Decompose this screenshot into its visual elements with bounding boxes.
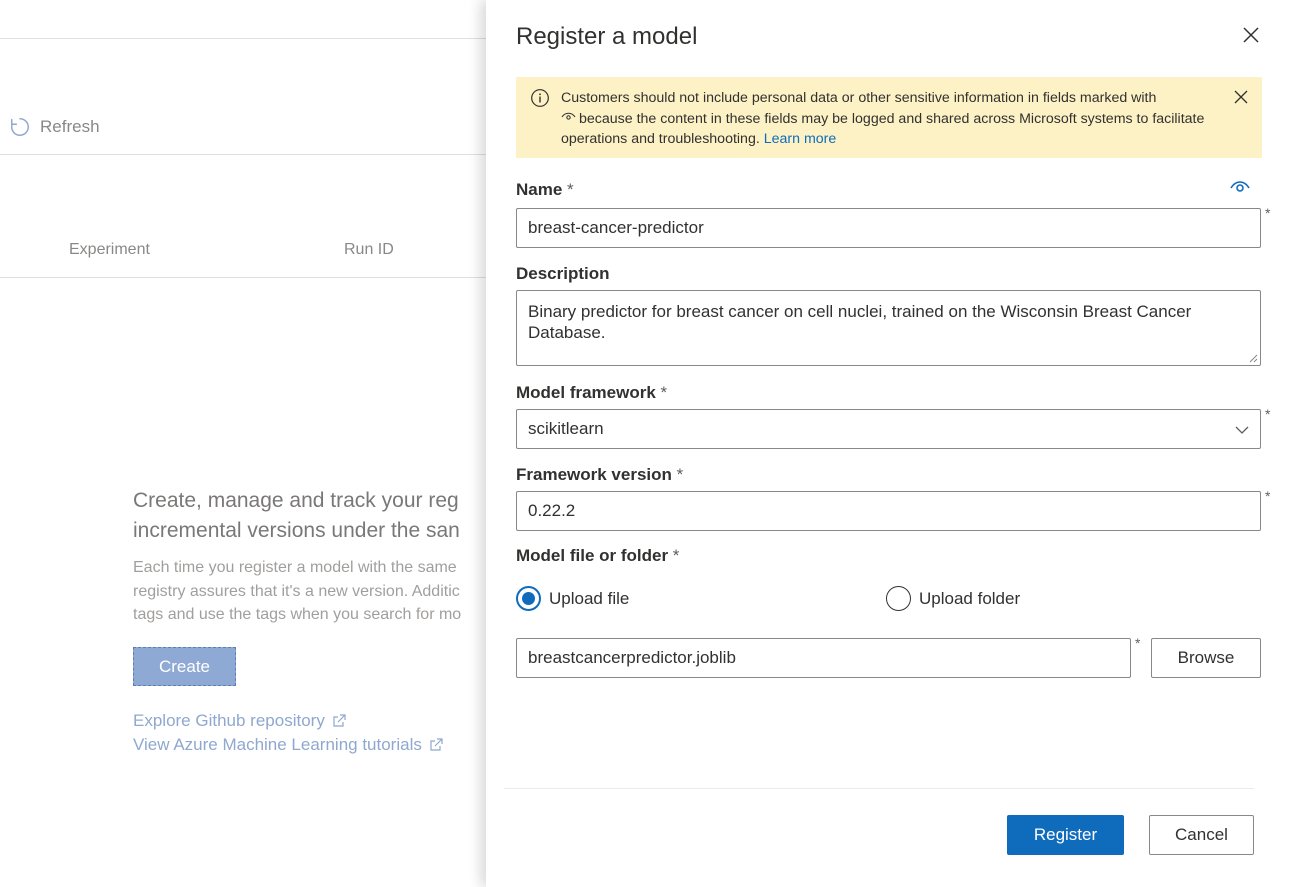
upload-folder-label: Upload folder (919, 588, 1021, 608)
info-icon (531, 89, 549, 107)
name-input[interactable]: breast-cancer-predictor (516, 208, 1261, 248)
description-textarea[interactable]: Binary predictor for breast cancer on ce… (516, 290, 1261, 366)
close-icon (1243, 27, 1259, 43)
learn-more-link[interactable]: Learn more (764, 131, 837, 147)
divider (0, 277, 486, 278)
description-value: Binary predictor for breast cancer on ce… (528, 302, 1192, 342)
external-link-icon (430, 738, 443, 751)
required-mark: * (672, 546, 680, 565)
body-line: Each time you register a model with the … (133, 559, 457, 576)
upload-file-radio[interactable]: Upload file (516, 586, 629, 611)
name-input-value: breast-cancer-predictor (528, 218, 704, 237)
required-mark: * (1135, 635, 1141, 651)
heading-line: incremental versions under the san (133, 519, 460, 542)
eye-icon (561, 112, 576, 120)
warning-banner: Customers should not include personal da… (516, 77, 1262, 158)
framework-select[interactable]: scikitlearn (516, 409, 1261, 449)
github-link[interactable]: Explore Github repository (133, 711, 347, 731)
register-model-panel: Register a model Customers should not in… (486, 0, 1291, 887)
file-path-input[interactable]: breastcancerpredictor.joblib (516, 638, 1131, 678)
upload-file-label: Upload file (549, 588, 630, 608)
radio-dot (522, 592, 535, 605)
close-button[interactable] (1240, 24, 1262, 46)
empty-state-heading: Create, manage and track your reg increm… (133, 486, 486, 546)
required-mark: * (1265, 205, 1271, 221)
framework-select-value: scikitlearn (528, 419, 604, 438)
version-input-value: 0.22.2 (528, 501, 576, 520)
warning-text-part: because the content in these fields may … (561, 110, 1205, 148)
name-label-text: Name (516, 180, 563, 199)
warning-text-part: Customers should not include personal da… (561, 90, 1157, 106)
eye-icon[interactable] (1230, 180, 1250, 194)
tutorials-link[interactable]: View Azure Machine Learning tutorials (133, 735, 444, 755)
framework-label: Model framework * (516, 383, 667, 403)
column-header-run-id[interactable]: Run ID (344, 241, 394, 259)
radio-unselected[interactable] (886, 586, 911, 611)
refresh-label: Refresh (40, 117, 100, 136)
register-button[interactable]: Register (1007, 815, 1124, 855)
browse-button[interactable]: Browse (1151, 638, 1261, 678)
required-mark: * (567, 180, 574, 199)
required-mark: * (676, 465, 684, 484)
dismiss-icon[interactable] (1232, 88, 1250, 106)
name-label: Name * (516, 180, 574, 200)
external-link-icon (333, 714, 346, 727)
description-label: Description (516, 264, 610, 283)
resize-grip-icon[interactable] (1248, 353, 1258, 363)
model-file-label-text: Model file or folder (516, 546, 669, 565)
create-button[interactable]: Create (133, 647, 236, 686)
github-link-label: Explore Github repository (133, 711, 325, 730)
model-file-label: Model file or folder * (516, 546, 679, 566)
required-mark: * (660, 383, 668, 402)
version-label: Framework version * (516, 465, 683, 485)
version-input[interactable]: 0.22.2 (516, 491, 1261, 531)
background-page: Refresh Experiment Run ID Create, manage… (0, 0, 486, 887)
framework-label-text: Model framework (516, 383, 656, 402)
chevron-down-icon (1235, 426, 1249, 434)
divider (0, 154, 486, 155)
radio-selected[interactable] (516, 586, 541, 611)
column-header-experiment[interactable]: Experiment (69, 241, 150, 259)
tutorials-link-label: View Azure Machine Learning tutorials (133, 735, 422, 754)
refresh-button[interactable]: Refresh (9, 116, 100, 138)
footer-divider (504, 788, 1254, 789)
upload-folder-radio[interactable]: Upload folder (886, 586, 1020, 611)
body-line: tags and use the tags when you search fo… (133, 606, 462, 623)
required-mark: * (1265, 488, 1271, 504)
panel-title: Register a model (516, 23, 698, 50)
cancel-button[interactable]: Cancel (1149, 815, 1254, 855)
heading-line: Create, manage and track your reg (133, 489, 459, 512)
warning-text: Customers should not include personal da… (561, 88, 1211, 150)
file-path-value: breastcancerpredictor.joblib (528, 648, 736, 667)
empty-state-body: Each time you register a model with the … (133, 556, 486, 627)
refresh-icon (11, 118, 29, 136)
divider (0, 38, 486, 39)
body-line: registry assures that it's a new version… (133, 582, 460, 600)
required-mark: * (1265, 406, 1271, 422)
version-label-text: Framework version (516, 465, 672, 484)
